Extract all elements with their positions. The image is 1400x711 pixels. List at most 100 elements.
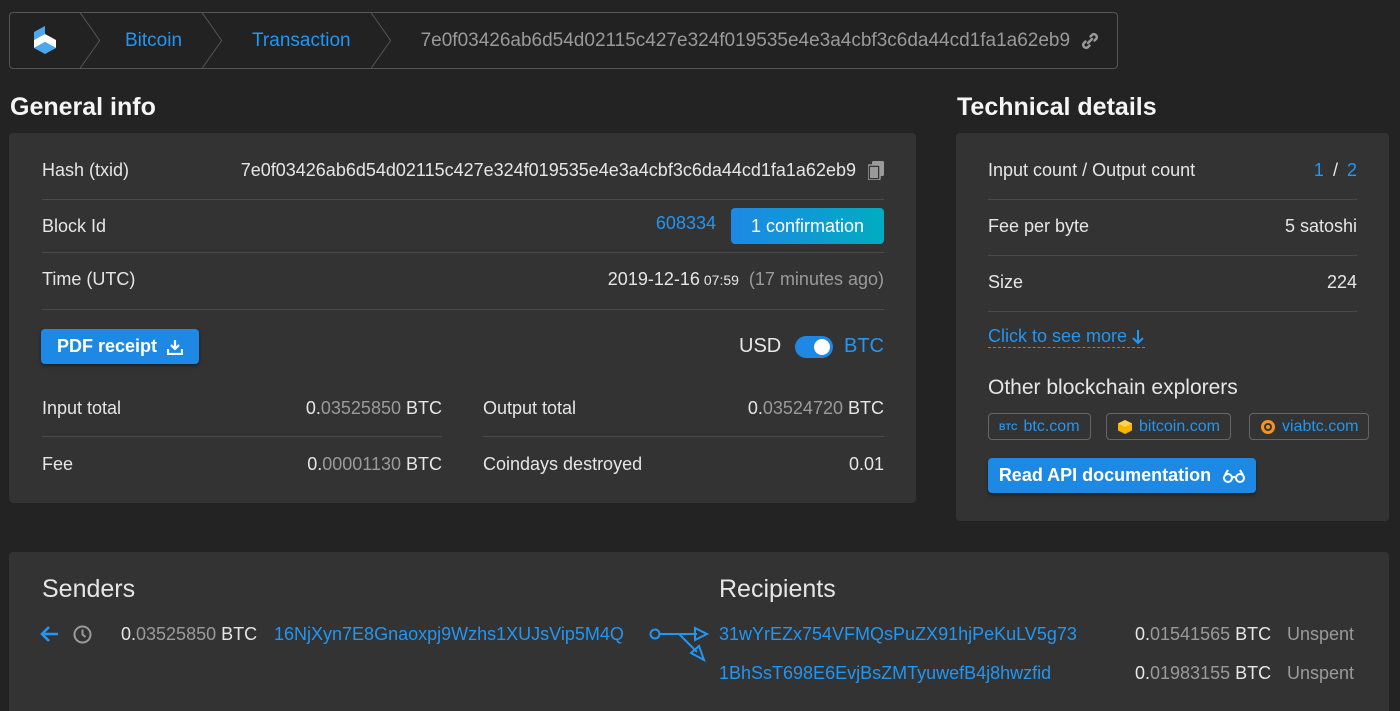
blockchair-logo-icon[interactable] (10, 13, 80, 68)
bitcoin-com-icon (1117, 419, 1133, 435)
transaction-flow-card: Senders Recipients 0.03525850 BTC 16NjXy… (9, 552, 1389, 711)
breadcrumb-current-tx: 7e0f03426ab6d54d02115c427e324f019535e4e3… (391, 13, 1100, 68)
recipient-amount-frac: 01983155 (1150, 663, 1231, 683)
see-more-link[interactable]: Click to see more (988, 326, 1146, 348)
recipient-amount-int: 0. (1135, 663, 1151, 683)
currency-toggle[interactable] (795, 336, 833, 358)
currency-usd-label[interactable]: USD (739, 335, 781, 358)
input-total-unit: BTC (406, 397, 442, 418)
hash-row: Hash (txid) 7e0f03426ab6d54d02115c427e32… (42, 158, 884, 182)
btc-com-icon: BTC (999, 421, 1018, 432)
download-icon (167, 339, 184, 355)
breadcrumb-separator-icon (370, 13, 391, 68)
explorer-bitcoin-com[interactable]: bitcoin.com (1106, 413, 1231, 440)
breadcrumb-separator-icon (202, 13, 223, 68)
link-icon[interactable] (1080, 31, 1100, 51)
input-total-int: 0. (305, 397, 321, 418)
confirmation-badge: 1 confirmation (731, 208, 884, 244)
api-docs-button[interactable]: Read API documentation (988, 458, 1256, 493)
block-id-label: Block Id (42, 215, 107, 236)
copy-icon[interactable] (868, 160, 884, 180)
divider (42, 309, 884, 310)
breadcrumb-transaction[interactable]: Transaction (222, 13, 371, 68)
explorer-viabtc-com[interactable]: viabtc.com (1249, 413, 1370, 440)
coindays-row: Coindays destroyed 0.01 (483, 452, 884, 476)
fee-int: 0. (307, 453, 323, 474)
see-more-label: Click to see more (988, 326, 1128, 346)
pdf-receipt-button[interactable]: PDF receipt (41, 329, 199, 364)
recipient-status: Unspent (1287, 624, 1355, 644)
api-docs-label: Read API documentation (998, 465, 1212, 485)
explorer-bitcoin-com-label: bitcoin.com (1139, 417, 1220, 435)
explorer-btc-com-label: btc.com (1023, 417, 1080, 435)
fee-frac: 00001130 (322, 453, 401, 474)
general-info-card: Hash (txid) 7e0f03426ab6d54d02115c427e32… (9, 133, 916, 503)
fee-per-byte-value: 5 satoshi (1284, 215, 1357, 236)
io-count-label: Input count / Output count (988, 159, 1196, 180)
fee-label: Fee (42, 453, 74, 474)
divider (483, 436, 884, 437)
time-date: 2019-12-16 (607, 268, 700, 289)
size-row: Size 224 (988, 270, 1357, 294)
viabtc-icon (1260, 419, 1276, 435)
breadcrumb: Bitcoin Transaction 7e0f03426ab6d54d0211… (9, 12, 1118, 69)
io-separator: / (1332, 159, 1338, 180)
toggle-knob (814, 339, 830, 355)
divider (988, 255, 1357, 256)
input-total-row: Input total 0.03525850 BTC (42, 396, 442, 420)
breadcrumb-separator-icon (80, 13, 100, 68)
arrow-down-icon (1131, 329, 1145, 345)
recipient-amount-unit: BTC (1235, 624, 1272, 644)
output-total-unit: BTC (848, 397, 884, 418)
recipient-address-link[interactable]: 31wYrEZx754VFMQsPuZX91hjPeKuLV5g73 (719, 624, 1077, 645)
divider (988, 311, 1357, 312)
recipient-amount: 0.01541565 BTC (1135, 624, 1271, 645)
recipient-address-link[interactable]: 1BhSsT698E6EvjBsZMTyuwefB4j8hwzfid (719, 663, 1051, 684)
explorer-viabtc-com-label: viabtc.com (1282, 417, 1359, 435)
hash-value: 7e0f03426ab6d54d02115c427e324f019535e4e3… (240, 159, 856, 180)
recipient-amount-frac: 01541565 (1150, 624, 1231, 644)
time-label: Time (UTC) (42, 268, 136, 289)
fee-per-byte-label: Fee per byte (988, 215, 1090, 236)
sender-amount-int: 0. (121, 624, 137, 644)
glasses-icon (1223, 468, 1246, 483)
input-total-label: Input total (42, 397, 122, 418)
input-total-frac: 03525850 (320, 397, 401, 418)
output-total-row: Output total 0.03524720 BTC (483, 396, 884, 420)
size-label: Size (988, 271, 1024, 292)
fee-row: Fee 0.00001130 BTC (42, 452, 442, 476)
other-explorers-title: Other blockchain explorers (988, 376, 1238, 399)
senders-title: Senders (42, 575, 136, 603)
output-count-link[interactable]: 2 (1347, 160, 1357, 180)
recipients-title: Recipients (719, 575, 836, 603)
coindays-value: 0.01 (848, 453, 884, 474)
sender-amount-frac: 03525850 (136, 624, 217, 644)
breadcrumb-bitcoin[interactable]: Bitcoin (100, 13, 202, 68)
sender-amount-unit: BTC (221, 624, 258, 644)
io-count-row: Input count / Output count 1 / 2 (988, 158, 1357, 182)
clock-icon[interactable] (73, 625, 92, 644)
sender-address-link[interactable]: 16NjXyn7E8Gnaoxpj9Wzhs1XUJsVip5M4Q (274, 624, 624, 645)
breadcrumb-current-label: 7e0f03426ab6d54d02115c427e324f019535e4e3… (420, 29, 1071, 51)
divider (42, 199, 884, 200)
output-total-frac: 03524720 (762, 397, 843, 418)
recipient-amount: 0.01983155 BTC (1135, 663, 1271, 684)
time-row: Time (UTC) 2019-12-16 07:59 (17 minutes … (42, 267, 884, 291)
coindays-label: Coindays destroyed (483, 453, 643, 474)
recipient-amount-unit: BTC (1235, 663, 1272, 683)
time-clock: 07:59 (703, 271, 739, 288)
output-total-label: Output total (483, 397, 577, 418)
block-id-link[interactable]: 608334 (656, 213, 716, 234)
divider (988, 199, 1357, 200)
input-count-link[interactable]: 1 (1314, 160, 1324, 180)
arrow-left-icon[interactable] (40, 625, 60, 643)
technical-details-card: Input count / Output count 1 / 2 Fee per… (956, 133, 1389, 521)
fee-unit: BTC (406, 453, 442, 474)
fee-per-byte-row: Fee per byte 5 satoshi (988, 214, 1357, 238)
divider (42, 252, 884, 253)
size-value: 224 (1326, 271, 1357, 292)
technical-details-title: Technical details (957, 93, 1157, 121)
explorer-btc-com[interactable]: BTC btc.com (988, 413, 1091, 440)
currency-btc-label[interactable]: BTC (844, 335, 884, 358)
recipient-amount-int: 0. (1135, 624, 1151, 644)
